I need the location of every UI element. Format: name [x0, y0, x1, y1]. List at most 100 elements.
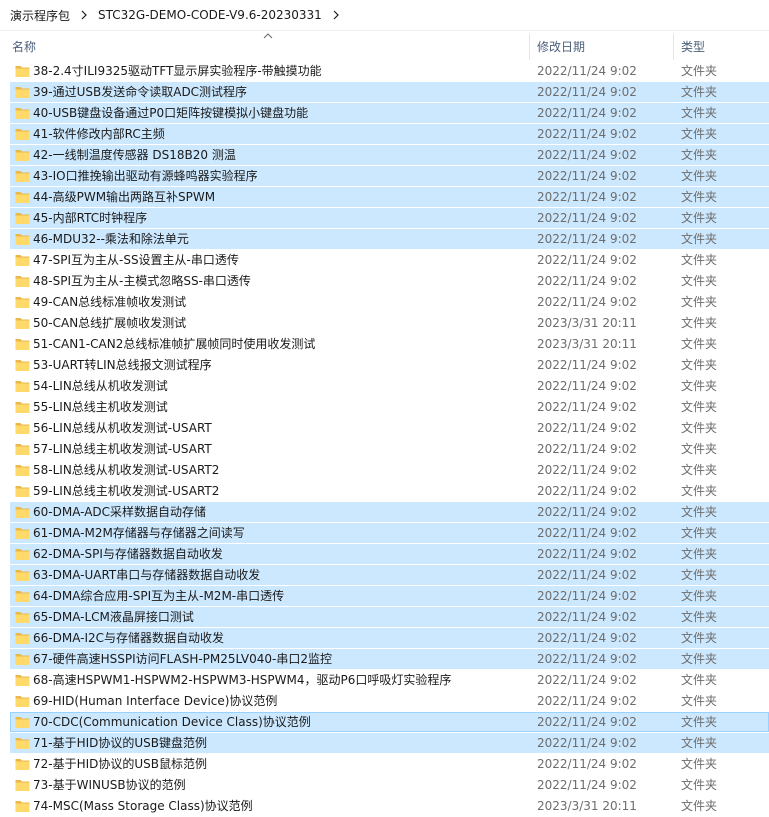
file-date-modified: 2022/11/24 9:02 [537, 400, 637, 414]
file-row[interactable]: 44-高级PWM输出两路互补SPWM 2022/11/24 9:02 文件夹 [10, 187, 769, 207]
file-name[interactable]: 66-DMA-I2C与存储器数据自动收发 [33, 629, 224, 647]
column-header-type[interactable]: 类型 [681, 32, 705, 62]
file-name[interactable]: 69-HID(Human Interface Device)协议范例 [33, 692, 277, 710]
file-row[interactable]: 38-2.4寸ILI9325驱动TFT显示屏实验程序-带触摸功能 2022/11/… [10, 61, 769, 81]
file-type: 文件夹 [681, 337, 718, 351]
file-type: 文件夹 [681, 778, 718, 792]
file-name[interactable]: 61-DMA-M2M存储器与存储器之间读写 [33, 524, 245, 542]
file-row[interactable]: 49-CAN总线标准帧收发测试 2022/11/24 9:02 文件夹 [10, 292, 769, 312]
file-name[interactable]: 65-DMA-LCM液晶屏接口测试 [33, 608, 194, 626]
file-name[interactable]: 72-基于HID协议的USB鼠标范例 [33, 755, 207, 773]
file-row[interactable]: 47-SPI互为主从-SS设置主从-串口透传 2022/11/24 9:02 文件夹 [10, 250, 769, 270]
file-name[interactable]: 40-USB键盘设备通过P0口矩阵按键模拟小键盘功能 [33, 104, 308, 122]
file-name[interactable]: 63-DMA-UART串口与存储器数据自动收发 [33, 566, 260, 584]
file-name[interactable]: 56-LIN总线从机收发测试-USART [33, 419, 212, 437]
breadcrumb-item-stc32g-folder[interactable]: STC32G-DEMO-CODE-V9.6-20230331 [96, 8, 324, 22]
file-row[interactable]: 73-基于WINUSB协议的范例 2022/11/24 9:02 文件夹 [10, 775, 769, 795]
file-name[interactable]: 38-2.4寸ILI9325驱动TFT显示屏实验程序-带触摸功能 [33, 62, 322, 80]
file-row[interactable]: 62-DMA-SPI与存储器数据自动收发 2022/11/24 9:02 文件夹 [10, 544, 769, 564]
file-name[interactable]: 57-LIN总线主机收发测试-USART [33, 440, 212, 458]
file-row[interactable]: 39-通过USB发送命令读取ADC测试程序 2022/11/24 9:02 文件夹 [10, 82, 769, 102]
file-name[interactable]: 67-硬件高速HSSPI访问FLASH-PM25LV040-串口2监控 [33, 650, 332, 668]
file-row[interactable]: 48-SPI互为主从-主模式忽略SS-串口透传 2022/11/24 9:02 文件… [10, 271, 769, 291]
folder-icon [15, 129, 30, 140]
file-row[interactable]: 57-LIN总线主机收发测试-USART 2022/11/24 9:02 文件夹 [10, 439, 769, 459]
file-row[interactable]: 64-DMA综合应用-SPI互为主从-M2M-串口透传 2022/11/24 9:… [10, 586, 769, 606]
file-name[interactable]: 60-DMA-ADC采样数据自动存储 [33, 503, 206, 521]
file-name[interactable]: 64-DMA综合应用-SPI互为主从-M2M-串口透传 [33, 587, 284, 605]
folder-icon [15, 759, 30, 770]
file-row[interactable]: 61-DMA-M2M存储器与存储器之间读写 2022/11/24 9:02 文件夹 [10, 523, 769, 543]
file-name[interactable]: 43-IO口推挽输出驱动有源蜂鸣器实验程序 [33, 167, 258, 185]
file-name[interactable]: 59-LIN总线主机收发测试-USART2 [33, 482, 219, 500]
column-divider[interactable] [529, 34, 530, 60]
chevron-right-icon[interactable] [76, 7, 92, 23]
chevron-right-icon[interactable] [328, 7, 344, 23]
file-type: 文件夹 [681, 358, 718, 372]
file-row[interactable]: 56-LIN总线从机收发测试-USART 2022/11/24 9:02 文件夹 [10, 418, 769, 438]
file-name[interactable]: 73-基于WINUSB协议的范例 [33, 776, 186, 794]
file-row[interactable]: 55-LIN总线主机收发测试 2022/11/24 9:02 文件夹 [10, 397, 769, 417]
file-name[interactable]: 48-SPI互为主从-主模式忽略SS-串口透传 [33, 272, 251, 290]
file-name[interactable]: 41-软件修改内部RC主频 [33, 125, 165, 143]
file-type: 文件夹 [681, 400, 718, 414]
file-name[interactable]: 74-MSC(Mass Storage Class)协议范例 [33, 797, 253, 815]
file-row[interactable]: 41-软件修改内部RC主频 2022/11/24 9:02 文件夹 [10, 124, 769, 144]
file-name[interactable]: 54-LIN总线从机收发测试 [33, 377, 168, 395]
file-name[interactable]: 47-SPI互为主从-SS设置主从-串口透传 [33, 251, 239, 269]
file-type: 文件夹 [681, 694, 718, 708]
file-row[interactable]: 70-CDC(Communication Device Class)协议范例 20… [10, 712, 769, 732]
folder-icon [15, 738, 30, 749]
file-row[interactable]: 63-DMA-UART串口与存储器数据自动收发 2022/11/24 9:02 文件… [10, 565, 769, 585]
file-type: 文件夹 [681, 253, 718, 267]
folder-icon [15, 87, 30, 98]
file-row[interactable]: 58-LIN总线从机收发测试-USART2 2022/11/24 9:02 文件夹 [10, 460, 769, 480]
file-row[interactable]: 51-CAN1-CAN2总线标准帧扩展帧同时使用收发测试 2023/3/31 20… [10, 334, 769, 354]
file-type: 文件夹 [681, 568, 718, 582]
file-row[interactable]: 65-DMA-LCM液晶屏接口测试 2022/11/24 9:02 文件夹 [10, 607, 769, 627]
file-row[interactable]: 53-UART转LIN总线报文测试程序 2022/11/24 9:02 文件夹 [10, 355, 769, 375]
file-name[interactable]: 50-CAN总线扩展帧收发测试 [33, 314, 186, 332]
folder-icon [15, 549, 30, 560]
file-row[interactable]: 68-高速HSPWM1-HSPWM2-HSPWM3-HSPWM4，驱动P6口呼吸… [10, 670, 769, 690]
column-header-name[interactable]: 名称 [12, 32, 36, 62]
file-row[interactable]: 67-硬件高速HSSPI访问FLASH-PM25LV040-串口2监控 2022/… [10, 649, 769, 669]
file-row[interactable]: 69-HID(Human Interface Device)协议范例 2022/1… [10, 691, 769, 711]
file-row[interactable]: 40-USB键盘设备通过P0口矩阵按键模拟小键盘功能 2022/11/24 9:0… [10, 103, 769, 123]
file-date-modified: 2022/11/24 9:02 [537, 421, 637, 435]
breadcrumb-item-demo-package[interactable]: 演示程序包 [8, 7, 72, 24]
file-row[interactable]: 59-LIN总线主机收发测试-USART2 2022/11/24 9:02 文件夹 [10, 481, 769, 501]
file-row[interactable]: 54-LIN总线从机收发测试 2022/11/24 9:02 文件夹 [10, 376, 769, 396]
file-date-modified: 2022/11/24 9:02 [537, 253, 637, 267]
file-name[interactable]: 51-CAN1-CAN2总线标准帧扩展帧同时使用收发测试 [33, 335, 315, 353]
file-name[interactable]: 49-CAN总线标准帧收发测试 [33, 293, 186, 311]
file-row[interactable]: 43-IO口推挽输出驱动有源蜂鸣器实验程序 2022/11/24 9:02 文件夹 [10, 166, 769, 186]
file-name[interactable]: 62-DMA-SPI与存储器数据自动收发 [33, 545, 223, 563]
file-name[interactable]: 70-CDC(Communication Device Class)协议范例 [33, 713, 311, 731]
file-name[interactable]: 55-LIN总线主机收发测试 [33, 398, 168, 416]
file-name[interactable]: 68-高速HSPWM1-HSPWM2-HSPWM3-HSPWM4，驱动P6口呼吸… [33, 671, 451, 689]
folder-icon [15, 780, 30, 791]
column-divider[interactable] [673, 34, 674, 60]
file-name[interactable]: 44-高级PWM输出两路互补SPWM [33, 188, 215, 206]
file-name[interactable]: 45-内部RTC时钟程序 [33, 209, 147, 227]
file-row[interactable]: 46-MDU32--乘法和除法单元 2022/11/24 9:02 文件夹 [10, 229, 769, 249]
file-name[interactable]: 71-基于HID协议的USB键盘范例 [33, 734, 207, 752]
file-name[interactable]: 53-UART转LIN总线报文测试程序 [33, 356, 212, 374]
column-header-date-modified[interactable]: 修改日期 [537, 32, 585, 62]
file-name[interactable]: 46-MDU32--乘法和除法单元 [33, 230, 189, 248]
file-row[interactable]: 60-DMA-ADC采样数据自动存储 2022/11/24 9:02 文件夹 [10, 502, 769, 522]
file-row[interactable]: 42-一线制温度传感器 DS18B20 测温 2022/11/24 9:02 文件夹 [10, 145, 769, 165]
folder-icon [15, 591, 30, 602]
file-name[interactable]: 39-通过USB发送命令读取ADC测试程序 [33, 83, 247, 101]
file-type: 文件夹 [681, 631, 718, 645]
file-row[interactable]: 72-基于HID协议的USB鼠标范例 2022/11/24 9:02 文件夹 [10, 754, 769, 774]
file-row[interactable]: 50-CAN总线扩展帧收发测试 2023/3/31 20:11 文件夹 [10, 313, 769, 333]
file-name[interactable]: 42-一线制温度传感器 DS18B20 测温 [33, 146, 236, 164]
file-row[interactable]: 71-基于HID协议的USB键盘范例 2022/11/24 9:02 文件夹 [10, 733, 769, 753]
file-type: 文件夹 [681, 106, 718, 120]
file-row[interactable]: 74-MSC(Mass Storage Class)协议范例 2023/3/31 … [10, 796, 769, 816]
file-row[interactable]: 66-DMA-I2C与存储器数据自动收发 2022/11/24 9:02 文件夹 [10, 628, 769, 648]
file-name[interactable]: 58-LIN总线从机收发测试-USART2 [33, 461, 219, 479]
file-row[interactable]: 45-内部RTC时钟程序 2022/11/24 9:02 文件夹 [10, 208, 769, 228]
